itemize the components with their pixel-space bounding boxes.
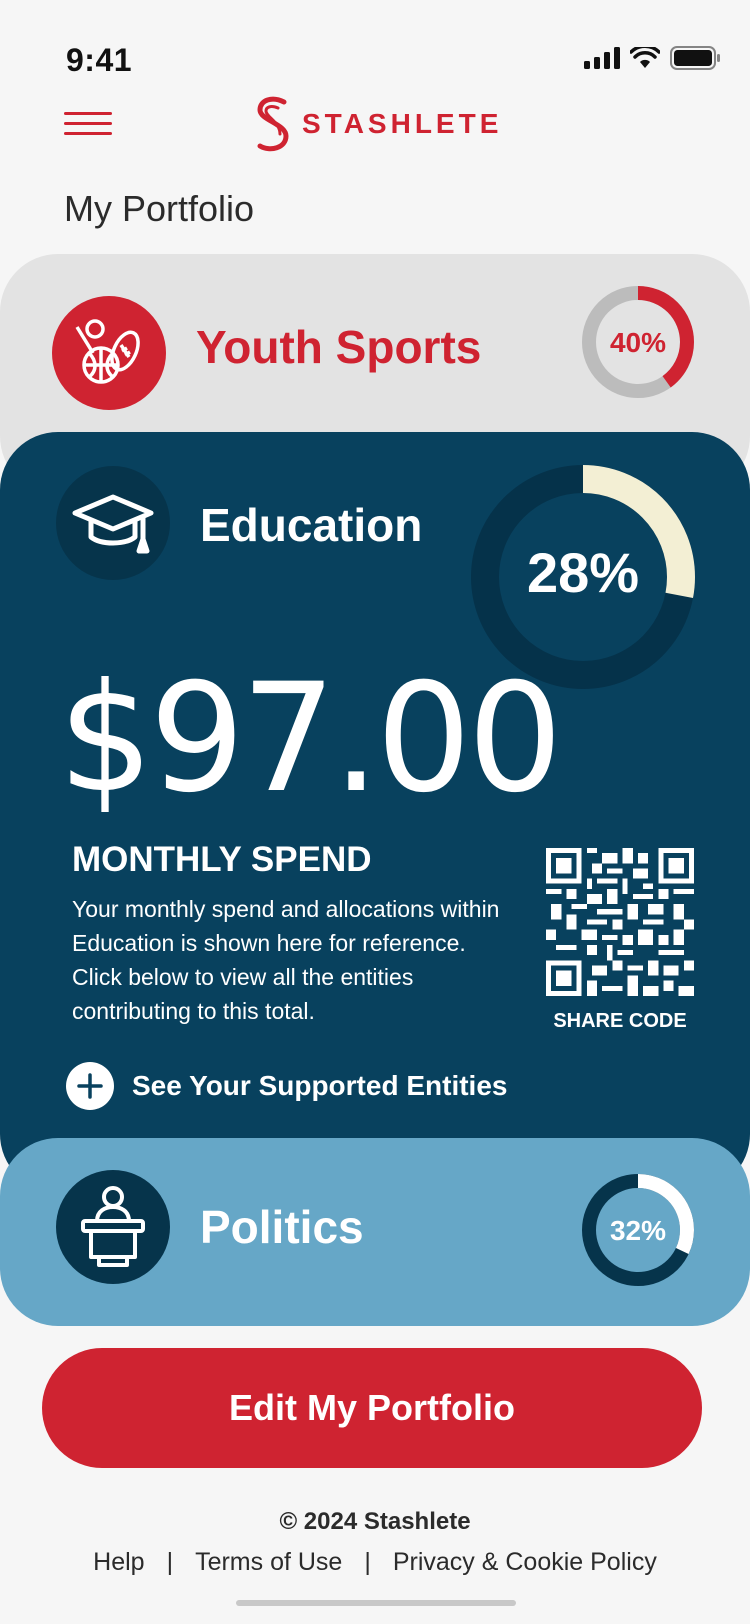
category-title: Politics <box>200 1201 364 1253</box>
plus-icon <box>66 1062 114 1110</box>
status-icons <box>584 46 720 70</box>
category-card-education: Education 28% $97.00 MONTHLY SPEND Your … <box>0 432 750 1192</box>
sports-balls-icon <box>52 296 166 410</box>
wifi-icon <box>630 47 660 68</box>
link-separator: | <box>166 1548 174 1576</box>
menu-bar <box>64 122 112 125</box>
share-code-label: SHARE CODE <box>553 1010 687 1032</box>
status-bar: 9:41 <box>0 0 750 100</box>
brand-name: STASHLETE <box>302 108 503 139</box>
app-header: STASHLETE <box>0 88 750 158</box>
category-card-politics[interactable]: Politics 32% <box>0 1138 750 1326</box>
percent-ring: 32% <box>580 1172 696 1293</box>
page-title: My Portfolio <box>64 188 255 229</box>
help-link[interactable]: Help <box>93 1548 144 1577</box>
category-title: Youth Sports <box>196 321 482 373</box>
stashlete-s-mark-icon <box>257 96 289 152</box>
percent-label: 32% <box>610 1215 666 1246</box>
stashlete-logo: STASHLETE <box>254 94 502 154</box>
footer-links: Help | Terms of Use | Privacy & Cookie P… <box>0 1548 750 1577</box>
monthly-amount: $97.00 <box>58 652 563 826</box>
privacy-cookie-policy-link[interactable]: Privacy & Cookie Policy <box>393 1548 657 1577</box>
see-supported-entities-button[interactable]: See Your Supported Entities <box>66 1062 507 1110</box>
edit-portfolio-button[interactable]: Edit My Portfolio <box>42 1348 702 1468</box>
copyright-text: © 2024 Stashlete <box>279 1508 471 1535</box>
link-separator: | <box>364 1548 371 1576</box>
qr-code[interactable] <box>546 848 694 996</box>
category-title: Education <box>200 499 423 551</box>
percent-label: 28% <box>527 541 639 604</box>
see-entities-label: See Your Supported Entities <box>132 1070 508 1101</box>
podium-speaker-icon <box>56 1170 170 1284</box>
percent-ring: 40% <box>580 284 696 405</box>
battery-icon <box>670 46 720 70</box>
graduation-cap-icon <box>56 466 170 580</box>
menu-bar <box>64 132 112 135</box>
menu-bar <box>64 112 112 115</box>
cellular-signal-icon <box>584 47 620 69</box>
status-time: 9:41 <box>66 42 133 78</box>
monthly-spend-label: MONTHLY SPEND <box>72 840 372 879</box>
menu-button[interactable] <box>64 112 112 138</box>
terms-of-use-link[interactable]: Terms of Use <box>195 1548 342 1577</box>
monthly-spend-description: Your monthly spend and allocations withi… <box>72 896 500 1024</box>
home-indicator <box>236 1600 516 1606</box>
percent-label: 40% <box>610 327 666 358</box>
